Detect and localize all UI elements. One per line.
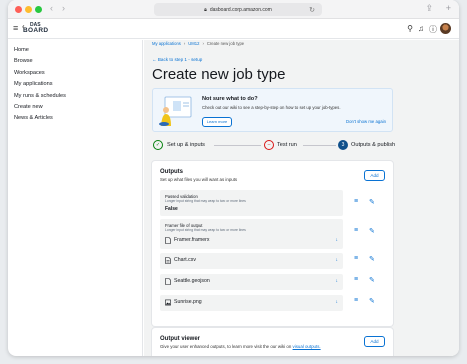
image-file-icon xyxy=(165,299,171,306)
output-row-sunrise-png: Sunrise.png ↓ xyxy=(160,295,343,311)
back-arrow-icon[interactable]: ‹ xyxy=(50,3,53,13)
output-file-name: Sunrise.png xyxy=(174,299,202,305)
file-icon xyxy=(165,278,171,285)
output-viewer-description: Give your user enhanced outputs, to lear… xyxy=(160,344,292,349)
step-test-run[interactable]: Test run xyxy=(277,142,297,148)
breadcrumb-current: Create new job type xyxy=(206,41,245,46)
sidebar: Home Browse Workspaces My applications M… xyxy=(8,40,143,356)
share-icon[interactable]: ⇪ xyxy=(425,3,433,14)
browser-window: ‹ › 🔒︎ dasboard.corp.amazon.com ↻ ⇪ + ≡ … xyxy=(8,0,459,356)
back-to-setup-link[interactable]: ← Back to step 1 - setup xyxy=(152,57,202,62)
sidebar-item-create-new[interactable]: Create new xyxy=(8,102,142,113)
output-description: Longer input string that may wrap to two… xyxy=(165,199,246,203)
forward-arrow-icon[interactable]: › xyxy=(62,3,65,13)
lock-icon: 🔒︎ xyxy=(204,6,207,13)
output-viewer-title: Output viewer xyxy=(160,336,201,342)
edit-icon[interactable]: ✎ xyxy=(369,255,375,263)
step-setup-inputs[interactable]: Set up & inputs xyxy=(167,142,205,148)
breadcrumb-um12[interactable]: UM12 xyxy=(188,41,199,46)
add-output-button[interactable]: Add xyxy=(364,170,385,181)
drag-handle-icon[interactable]: ≡ xyxy=(354,276,358,283)
output-value: False xyxy=(165,206,178,212)
stepper: ✓ Set up & inputs – Test run 3 Outputs &… xyxy=(152,138,395,152)
file-icon xyxy=(165,237,171,244)
download-icon[interactable]: ↓ xyxy=(336,278,339,284)
logo-line-2: BOARD xyxy=(23,27,49,34)
output-row-chart-csv: Chart.csv ↓ xyxy=(160,253,343,269)
output-file-name: Framer.framerx xyxy=(174,237,210,243)
edit-icon[interactable]: ✎ xyxy=(369,276,375,284)
drag-handle-icon[interactable]: ≡ xyxy=(354,255,358,262)
visual-outputs-link[interactable]: visual outputs. xyxy=(293,344,321,349)
browser-titlebar: ‹ › 🔒︎ dasboard.corp.amazon.com ↻ ⇪ + xyxy=(8,0,459,19)
step-connector xyxy=(303,145,336,146)
address-text: dasboard.corp.amazon.com xyxy=(209,6,272,13)
person-at-whiteboard-illustration xyxy=(159,96,192,126)
output-row-passed-validation: Passed validation Longer input string th… xyxy=(160,190,343,216)
page-title: Create new job type xyxy=(152,66,286,83)
output-row-framer-file: Framer file of output Longer input strin… xyxy=(160,219,343,249)
address-bar[interactable]: 🔒︎ dasboard.corp.amazon.com ↻ xyxy=(154,3,322,16)
drag-handle-icon[interactable]: ≡ xyxy=(354,297,358,304)
edit-icon[interactable]: ✎ xyxy=(369,198,375,206)
drag-handle-icon[interactable]: ≡ xyxy=(354,227,358,234)
download-icon[interactable]: ↓ xyxy=(336,257,339,263)
logo-chevron-icon: ‹ xyxy=(22,22,25,31)
outputs-card: Outputs Set up what files you will want … xyxy=(152,161,393,326)
help-icon[interactable]: ⓘ xyxy=(429,24,437,35)
step-current-number: 3 xyxy=(338,140,348,150)
edit-icon[interactable]: ✎ xyxy=(369,297,375,305)
step-outputs-publish[interactable]: Outputs & publish xyxy=(351,142,395,148)
edit-icon[interactable]: ✎ xyxy=(369,227,375,235)
app-header: ≡ ‹ DAS BOARD ⚲ ♫ ⓘ xyxy=(8,19,459,39)
step-done-check-icon: ✓ xyxy=(153,140,163,150)
step-connector xyxy=(214,145,261,146)
add-output-viewer-button[interactable]: Add xyxy=(364,336,385,347)
minimize-window-dot[interactable] xyxy=(25,6,32,13)
reload-icon[interactable]: ↻ xyxy=(309,6,315,14)
sidebar-item-my-applications[interactable]: My applications xyxy=(8,79,142,90)
sidebar-item-news[interactable]: News & Articles xyxy=(8,113,142,124)
output-file-name: Chart.csv xyxy=(174,257,196,263)
breadcrumb-my-applications[interactable]: My applications xyxy=(152,41,181,46)
maximize-window-dot[interactable] xyxy=(35,6,42,13)
output-description: Longer input string that may wrap to two… xyxy=(165,228,246,232)
sidebar-item-home[interactable]: Home xyxy=(8,45,142,56)
new-tab-icon[interactable]: + xyxy=(446,3,451,13)
sidebar-item-workspaces[interactable]: Workspaces xyxy=(8,68,142,79)
output-viewer-card: Output viewer Give your user enhanced ou… xyxy=(152,328,393,356)
download-icon[interactable]: ↓ xyxy=(336,237,339,243)
sidebar-item-browse[interactable]: Browse xyxy=(8,56,142,67)
drag-handle-icon[interactable]: ≡ xyxy=(354,198,358,205)
close-window-dot[interactable] xyxy=(15,6,22,13)
sidebar-item-my-runs[interactable]: My runs & schedules xyxy=(8,91,142,102)
download-icon[interactable]: ↓ xyxy=(336,299,339,305)
outputs-title: Outputs xyxy=(160,169,183,175)
avatar[interactable] xyxy=(440,23,451,34)
dont-show-again-link[interactable]: Don't show me again xyxy=(346,119,386,124)
menu-icon[interactable]: ≡ xyxy=(13,23,18,33)
help-title: Not sure what to do? xyxy=(202,96,258,102)
learn-more-button[interactable]: Learn more xyxy=(202,117,232,127)
breadcrumb-separator: › xyxy=(183,41,186,46)
output-row-seattle-geojson: Seattle.geojson ↓ xyxy=(160,274,343,290)
breadcrumb-separator: › xyxy=(202,41,204,46)
main-content: My applications › UM12 › Create new job … xyxy=(144,40,459,356)
output-file-name: Seattle.geojson xyxy=(174,278,210,284)
notifications-icon[interactable]: ♫ xyxy=(418,24,424,33)
outputs-subtitle: Set up what files you will want as input… xyxy=(160,177,238,182)
step-error-icon: – xyxy=(264,140,274,150)
dasboard-logo[interactable]: ‹ DAS BOARD xyxy=(22,22,49,34)
breadcrumb: My applications › UM12 › Create new job … xyxy=(152,41,244,46)
help-text: Check out our wiki to see a step-by-step… xyxy=(202,105,341,110)
search-icon[interactable]: ⚲ xyxy=(407,24,413,33)
csv-file-icon xyxy=(165,257,171,264)
output-viewer-text: Give your user enhanced outputs, to lear… xyxy=(160,344,321,349)
help-banner: Not sure what to do? Check out our wiki … xyxy=(152,88,393,132)
